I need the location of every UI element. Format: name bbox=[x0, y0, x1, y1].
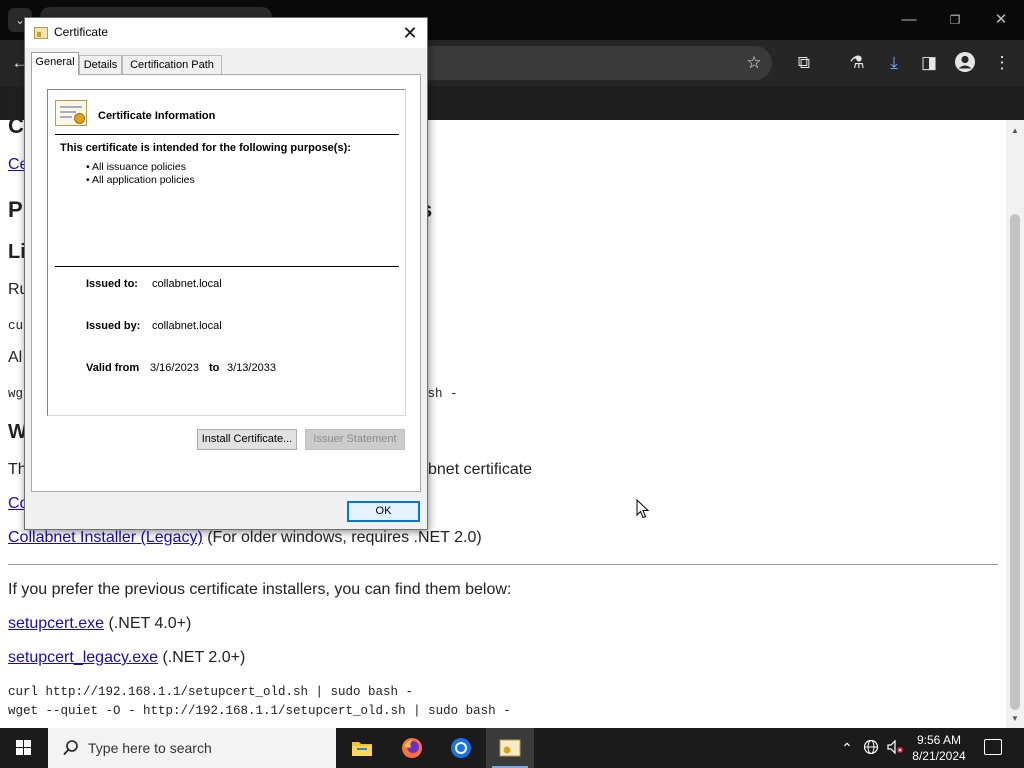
extensions-icon[interactable]: ⧉ bbox=[792, 51, 816, 75]
search-placeholder: Type here to search bbox=[88, 740, 212, 756]
side-panel-icon[interactable]: ◨ bbox=[917, 51, 941, 75]
bookmark-star-icon[interactable]: ☆ bbox=[742, 51, 766, 75]
wget-code-partial: wg bbox=[8, 387, 24, 401]
firefox-icon bbox=[402, 738, 422, 758]
certificate-icon bbox=[34, 27, 48, 39]
install-certificate-button[interactable]: Install Certificate... bbox=[197, 429, 297, 450]
divider-bottom bbox=[55, 266, 399, 267]
dialog-title: Certificate bbox=[54, 25, 109, 39]
horizontal-rule bbox=[8, 564, 998, 565]
dialog-close-button[interactable]: ✕ bbox=[393, 18, 427, 48]
notification-icon[interactable] bbox=[984, 739, 1002, 755]
issued-to-value: collabnet.local bbox=[152, 278, 222, 290]
windows-text-partial-right: bnet certificate bbox=[428, 461, 533, 478]
download-icon[interactable]: ⤓ bbox=[882, 51, 906, 75]
profile-avatar-icon[interactable] bbox=[953, 51, 977, 75]
issued-by-label: Issued by: bbox=[86, 320, 141, 332]
previous-installers-text: If you prefer the previous certificate i… bbox=[8, 581, 512, 598]
start-button[interactable] bbox=[0, 728, 48, 768]
section-heading-partial: P bbox=[8, 197, 23, 222]
certificate-dialog: Certificate ✕ General Details Certificat… bbox=[24, 17, 428, 530]
setupcert-note: (.NET 4.0+) bbox=[104, 615, 192, 632]
issuer-statement-button[interactable]: Issuer Statement bbox=[305, 429, 405, 450]
file-explorer-button[interactable] bbox=[338, 728, 386, 768]
page-scrollbar[interactable]: ▲ ▼ bbox=[1006, 120, 1024, 728]
setupcert-legacy-note: (.NET 2.0+) bbox=[158, 649, 246, 666]
certificate-info-box: Certificate Information This certificate… bbox=[47, 89, 406, 416]
labs-flask-icon[interactable]: ⚗ bbox=[845, 51, 869, 75]
clock-time: 9:56 AM bbox=[916, 733, 962, 747]
chrome-button[interactable] bbox=[437, 728, 485, 768]
curl-code-partial: cu bbox=[8, 319, 24, 333]
valid-to-label: to bbox=[209, 362, 220, 374]
close-window-icon[interactable]: ✕ bbox=[978, 9, 1024, 31]
valid-from-label: Valid from bbox=[86, 362, 140, 374]
valid-to-value: 3/13/2033 bbox=[227, 362, 276, 374]
legacy-installer-link[interactable]: Collabnet Installer (Legacy) bbox=[8, 529, 203, 546]
folder-icon bbox=[352, 742, 372, 756]
windows-logo-icon bbox=[16, 740, 32, 756]
taskbar-search-box[interactable]: Type here to search bbox=[48, 728, 336, 768]
tab-certification-path[interactable]: Certification Path bbox=[122, 55, 222, 74]
wget-command: wget --quiet -O - http://192.168.1.1/set… bbox=[8, 704, 511, 718]
clock-date: 8/21/2024 bbox=[912, 749, 966, 763]
chrome-icon bbox=[451, 738, 471, 758]
issued-to-label: Issued to: bbox=[86, 278, 138, 290]
purpose-item: • All application policies bbox=[86, 174, 195, 186]
tray-overflow-icon[interactable]: ⌃ bbox=[838, 739, 856, 757]
purpose-item: • All issuance policies bbox=[86, 161, 186, 173]
scroll-up-icon[interactable]: ▲ bbox=[1006, 124, 1024, 138]
minimize-icon[interactable]: — bbox=[886, 9, 932, 31]
setupcert-legacy-link[interactable]: setupcert_legacy.exe bbox=[8, 649, 158, 666]
menu-kebab-icon[interactable]: ⋮ bbox=[990, 51, 1014, 75]
divider-top bbox=[55, 134, 399, 135]
certificate-info-heading: Certificate Information bbox=[98, 110, 216, 122]
search-icon bbox=[62, 739, 80, 757]
general-tab-panel: Certificate Information This certificate… bbox=[31, 74, 421, 492]
restore-icon[interactable]: ❐ bbox=[932, 9, 978, 31]
issued-by-value: collabnet.local bbox=[152, 320, 222, 332]
scrollbar-thumb[interactable] bbox=[1010, 214, 1020, 710]
dialog-title-bar[interactable]: Certificate ✕ bbox=[25, 18, 427, 48]
setupcert-link[interactable]: setupcert.exe bbox=[8, 615, 104, 632]
curl-command: curl http://192.168.1.1/setupcert_old.sh… bbox=[8, 685, 414, 699]
tab-general[interactable]: General bbox=[31, 52, 79, 75]
system-clock[interactable]: 9:56 AM 8/21/2024 bbox=[908, 732, 970, 764]
purpose-title: This certificate is intended for the fol… bbox=[60, 142, 351, 154]
network-globe-icon[interactable] bbox=[862, 739, 880, 757]
valid-from-value: 3/16/2023 bbox=[150, 362, 199, 374]
ok-button[interactable]: OK bbox=[347, 501, 420, 522]
tab-details[interactable]: Details bbox=[79, 55, 122, 74]
taskbar: Type here to search ⌃ 9:56 AM 8/21/2024 bbox=[0, 728, 1024, 768]
volume-muted-icon[interactable] bbox=[886, 739, 904, 757]
scroll-down-icon[interactable]: ▼ bbox=[1006, 712, 1024, 726]
page-heading-partial: C bbox=[8, 120, 24, 138]
alt-text-partial: Al bbox=[8, 349, 23, 366]
legacy-installer-note: (For older windows, requires .NET 2.0) bbox=[202, 529, 482, 546]
certificate-window-button[interactable] bbox=[486, 728, 534, 768]
certificate-info-icon bbox=[55, 100, 87, 126]
mouse-cursor-icon bbox=[636, 499, 650, 519]
certificate-app-icon bbox=[499, 739, 521, 757]
firefox-button[interactable] bbox=[388, 728, 436, 768]
